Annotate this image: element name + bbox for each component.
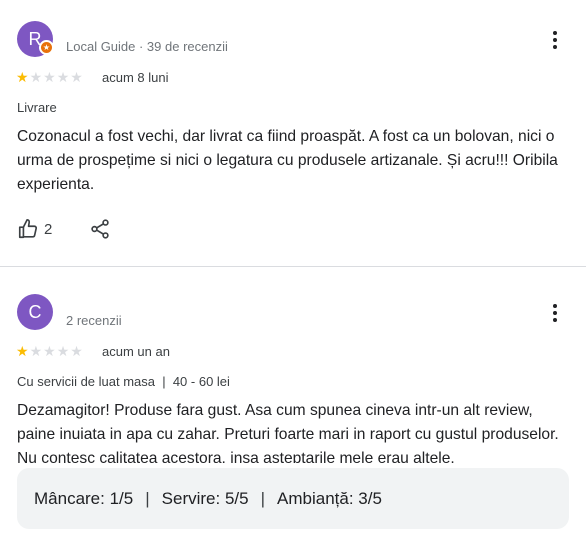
more-options-button[interactable]	[546, 28, 564, 52]
star-icon: ★	[16, 69, 29, 85]
star-icon: ★	[29, 343, 43, 359]
more-vert-icon	[553, 304, 557, 308]
review-text: Cozonacul a fost vechi, dar livrat ca fi…	[17, 128, 558, 193]
review-card: R ★ Local Guide · 39 de recenzii ★ ★ ★ ★…	[0, 0, 586, 266]
star-icon: ★	[29, 69, 43, 85]
sub-ratings-panel: Mâncare: 1/5 | Servire: 5/5 | Ambianță: …	[17, 468, 569, 529]
star-icon: ★	[56, 69, 70, 85]
star-icon: ★	[43, 343, 56, 359]
more-options-button[interactable]	[546, 301, 564, 325]
like-button[interactable]: 2	[17, 218, 52, 240]
review-date: acum 8 luni	[102, 70, 169, 85]
review-tag: Livrare	[17, 100, 57, 115]
star-icon: ★	[70, 343, 83, 359]
local-guide-star-icon: ★	[39, 40, 54, 55]
rating-separator: |	[145, 488, 150, 508]
reviewer-meta[interactable]: 2 recenzii	[66, 313, 122, 328]
review-actions: 2	[17, 218, 111, 240]
review-tag: Cu servicii de luat masa | 40 - 60 lei	[17, 374, 230, 389]
share-button[interactable]	[89, 218, 111, 240]
ambience-rating: Ambianță: 3/5	[277, 488, 382, 508]
star-icon: ★	[70, 69, 83, 85]
rating-separator: |	[260, 488, 266, 508]
like-count: 2	[44, 220, 53, 238]
avatar-letter: C	[28, 301, 42, 322]
food-rating: Mâncare: 1/5	[34, 488, 134, 508]
share-icon	[91, 219, 110, 239]
star-icon: ★	[56, 343, 70, 359]
star-icon: ★	[16, 343, 29, 359]
service-rating: Servire: 5/5	[161, 488, 249, 508]
star-icon: ★	[43, 69, 56, 85]
star-rating: ★ ★ ★ ★ ★	[16, 70, 83, 84]
review-date: acum un an	[102, 344, 170, 359]
review-text-clip: Dezamagitor! Produse fara gust. Asa cum …	[0, 397, 586, 463]
reviewer-meta[interactable]: Local Guide · 39 de recenzii	[66, 39, 228, 54]
thumb-up-icon	[18, 219, 38, 239]
review-text: Dezamagitor! Produse fara gust. Asa cum …	[17, 402, 559, 463]
more-vert-icon	[553, 31, 557, 35]
star-rating: ★ ★ ★ ★ ★	[16, 344, 83, 358]
avatar[interactable]: C	[17, 294, 53, 330]
